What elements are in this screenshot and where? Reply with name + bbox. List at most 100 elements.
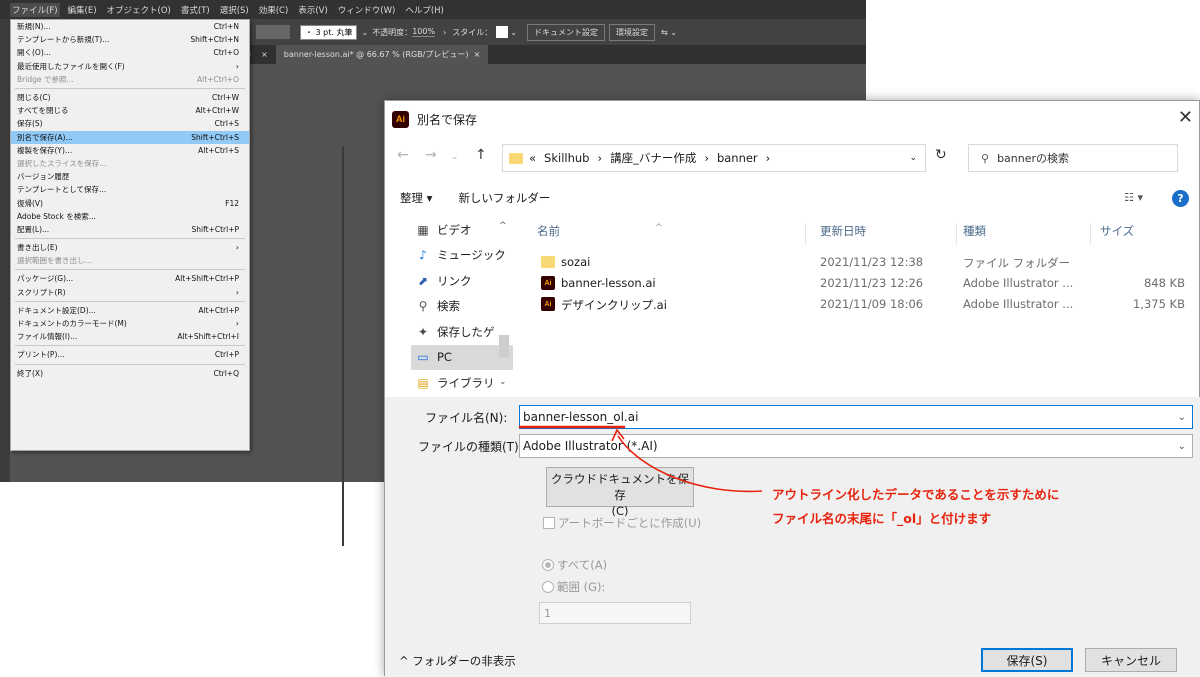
chevron-down-icon[interactable]: ⌄ <box>361 28 368 37</box>
file-menu-item[interactable]: 最近使用したファイルを開く(F) › <box>11 60 249 73</box>
breadcrumb-course[interactable]: 講座_バナー作成 <box>610 150 696 166</box>
file-menu-item[interactable]: ドキュメント設定(D)... Alt+Ctrl+P <box>11 304 249 317</box>
file-row[interactable]: Ai デザインクリップ.ai 2021/11/09 18:06 Adobe Illus… <box>523 293 1193 315</box>
address-bar[interactable]: « Skillhub › 講座_バナー作成 › banner › ⌄ <box>502 144 926 172</box>
hide-folders-toggle[interactable]: ^ フォルダーの非表示 <box>399 653 516 669</box>
radio-all[interactable]: すべて(A) <box>542 557 607 573</box>
search-input[interactable]: ⚲ bannerの検索 <box>968 144 1178 172</box>
file-row[interactable]: Ai banner-lesson.ai 2021/11/23 12:26 Adobe … <box>523 272 1193 294</box>
file-menu-item[interactable]: テンプレートとして保存... <box>11 183 249 196</box>
save-button[interactable]: 保存(S) <box>981 648 1073 672</box>
chevron-down-icon[interactable]: ⌄ <box>1178 441 1186 452</box>
column-separator[interactable] <box>805 223 806 245</box>
range-input[interactable]: 1 <box>539 602 691 624</box>
file-menu-item[interactable]: プリント(P)... Ctrl+P <box>11 348 249 361</box>
stroke-profile-select[interactable]: ・ 3 pt. 丸筆 <box>300 24 358 40</box>
folder-icon <box>509 152 523 164</box>
menu-item-label: 保存(S) <box>17 119 43 129</box>
breadcrumb-separator[interactable]: › <box>597 151 602 165</box>
file-menu-item[interactable]: 開く(O)... Ctrl+O <box>11 46 249 59</box>
menu-5[interactable]: 効果(C) <box>257 3 291 17</box>
scroll-up-icon[interactable]: ^ <box>499 221 507 231</box>
filename-input[interactable]: banner-lesson_ol.ai ⌄ <box>519 405 1193 429</box>
file-menu-item[interactable]: ドキュメントのカラーモード(M) › <box>11 317 249 330</box>
menu-7[interactable]: ウィンドウ(W) <box>336 3 398 17</box>
breadcrumb-skillhub[interactable]: Skillhub <box>544 151 589 165</box>
preferences-button[interactable]: 環境設定 <box>608 23 655 41</box>
back-arrow-icon[interactable]: ← <box>397 147 409 163</box>
style-swatch[interactable] <box>496 26 509 38</box>
file-menu-item[interactable]: 閉じる(C) Ctrl+W <box>11 91 249 104</box>
menu-8[interactable]: ヘルプ(H) <box>403 3 446 17</box>
file-menu-item[interactable]: テンプレートから新規(T)... Shift+Ctrl+N <box>11 33 249 46</box>
new-folder-button[interactable]: 新しいフォルダー <box>458 190 550 206</box>
breadcrumb-separator[interactable]: › <box>766 151 771 165</box>
file-menu-item[interactable]: すべてを閉じる Alt+Ctrl+W <box>11 104 249 117</box>
breadcrumb-overflow[interactable]: « <box>529 151 536 165</box>
view-options-icon[interactable]: ☷ ▾ <box>1124 191 1143 204</box>
refresh-icon[interactable]: ↻ <box>935 147 947 163</box>
column-separator[interactable] <box>956 223 957 245</box>
organize-button[interactable]: 整理 ▾ <box>400 190 432 206</box>
artboard-checkbox[interactable]: アートボードごとに作成(U) <box>543 515 701 531</box>
file-menu-item[interactable]: Adobe Stock を検索... <box>11 210 249 223</box>
file-menu-item[interactable]: 別名で保存(A)... Shift+Ctrl+S <box>11 130 249 144</box>
column-modified[interactable]: 更新日時 <box>820 223 866 239</box>
tab-banner-lesson[interactable]: banner-lesson.ai* @ 66.67 % (RGB/プレビュー) … <box>275 45 489 64</box>
menu-2[interactable]: オブジェクト(O) <box>105 3 173 17</box>
file-menu-item[interactable]: バージョン履歴 <box>11 170 249 183</box>
cancel-button[interactable]: キャンセル <box>1085 648 1177 672</box>
scroll-thumb[interactable] <box>499 335 509 357</box>
control-bar: ・ 3 pt. 丸筆 ⌄ 不透明度： 100% › スタイル： ⌄ ドキュメント… <box>240 19 866 45</box>
forward-arrow-icon[interactable]: → <box>425 147 437 163</box>
breadcrumb-separator[interactable]: › <box>704 151 709 165</box>
filetype-select[interactable]: Adobe Illustrator (*.AI) ⌄ <box>519 434 1193 458</box>
menu-item-label: 書き出し(E) <box>17 243 58 253</box>
doc-settings-button[interactable]: ドキュメント設定 <box>526 23 605 41</box>
breadcrumb-banner[interactable]: banner <box>717 151 758 165</box>
chevron-right-icon[interactable]: › <box>443 28 446 37</box>
nav-scrollbar[interactable]: ^ ⌄ <box>497 219 510 393</box>
file-menu-item[interactable]: 終了(X) Ctrl+Q <box>11 367 249 380</box>
column-type[interactable]: 種類 <box>963 223 986 239</box>
scroll-down-icon[interactable]: ⌄ <box>499 377 507 387</box>
file-menu-item[interactable]: 保存(S) Ctrl+S <box>11 117 249 130</box>
close-icon[interactable]: × <box>261 50 268 59</box>
chevron-down-icon[interactable]: ⌄ <box>1178 412 1186 423</box>
file-menu-item[interactable]: 配置(L)... Shift+Ctrl+P <box>11 223 249 236</box>
column-name[interactable]: 名前 <box>537 223 560 239</box>
fill-swatch[interactable] <box>256 25 290 39</box>
help-icon[interactable]: ? <box>1172 190 1189 207</box>
menu-6[interactable]: 表示(V) <box>296 3 329 17</box>
radio-range[interactable]: 範囲 (G): <box>542 579 605 595</box>
close-icon[interactable]: ✕ <box>1178 107 1193 128</box>
arrange-icon[interactable]: ⇆ ⌄ <box>661 28 677 37</box>
navigation-row: ← → ⌄ ↑ « Skillhub › 講座_バナー作成 › banner ›… <box>385 143 1200 173</box>
file-menu-item[interactable]: 復帰(V) F12 <box>11 196 249 209</box>
chevron-down-icon[interactable]: ⌄ <box>909 153 917 163</box>
file-menu-item[interactable]: パッケージ(G)... Alt+Shift+Ctrl+P <box>11 272 249 285</box>
hide-folders-label: フォルダーの非表示 <box>412 654 516 668</box>
menu-1[interactable]: 編集(E) <box>66 3 99 17</box>
file-menu-item[interactable]: スクリプト(R) › <box>11 286 249 299</box>
chevron-down-icon[interactable]: ⌄ <box>510 28 517 37</box>
file-menu-item[interactable]: 書き出し(E) › <box>11 241 249 254</box>
menu-3[interactable]: 書式(T) <box>179 3 212 17</box>
radio-button[interactable] <box>542 559 554 571</box>
opacity-value[interactable]: 100% <box>412 27 436 37</box>
column-size[interactable]: サイズ <box>1100 223 1134 239</box>
save-cloud-document-button[interactable]: クラウドドキュメントを保存 (C) <box>546 467 694 518</box>
column-separator[interactable] <box>1090 223 1091 245</box>
link-icon: ⬈ <box>417 273 429 288</box>
file-menu-item[interactable]: ファイル情報(I)... Alt+Shift+Ctrl+I <box>11 330 249 343</box>
menu-4[interactable]: 選択(S) <box>218 3 251 17</box>
file-menu-item[interactable]: 複製を保存(Y)... Alt+Ctrl+S <box>11 144 249 157</box>
file-row[interactable]: sozai 2021/11/23 12:38 ファイル フォルダー <box>523 251 1193 273</box>
up-arrow-icon[interactable]: ↑ <box>475 147 487 163</box>
menu-0[interactable]: ファイル(F) <box>10 2 60 17</box>
checkbox-box[interactable] <box>543 517 555 529</box>
file-menu-item[interactable]: 新規(N)... Ctrl+N <box>11 20 249 33</box>
close-icon[interactable]: × <box>474 50 481 59</box>
radio-button[interactable] <box>542 581 554 593</box>
recent-chevron-icon[interactable]: ⌄ <box>451 152 459 162</box>
